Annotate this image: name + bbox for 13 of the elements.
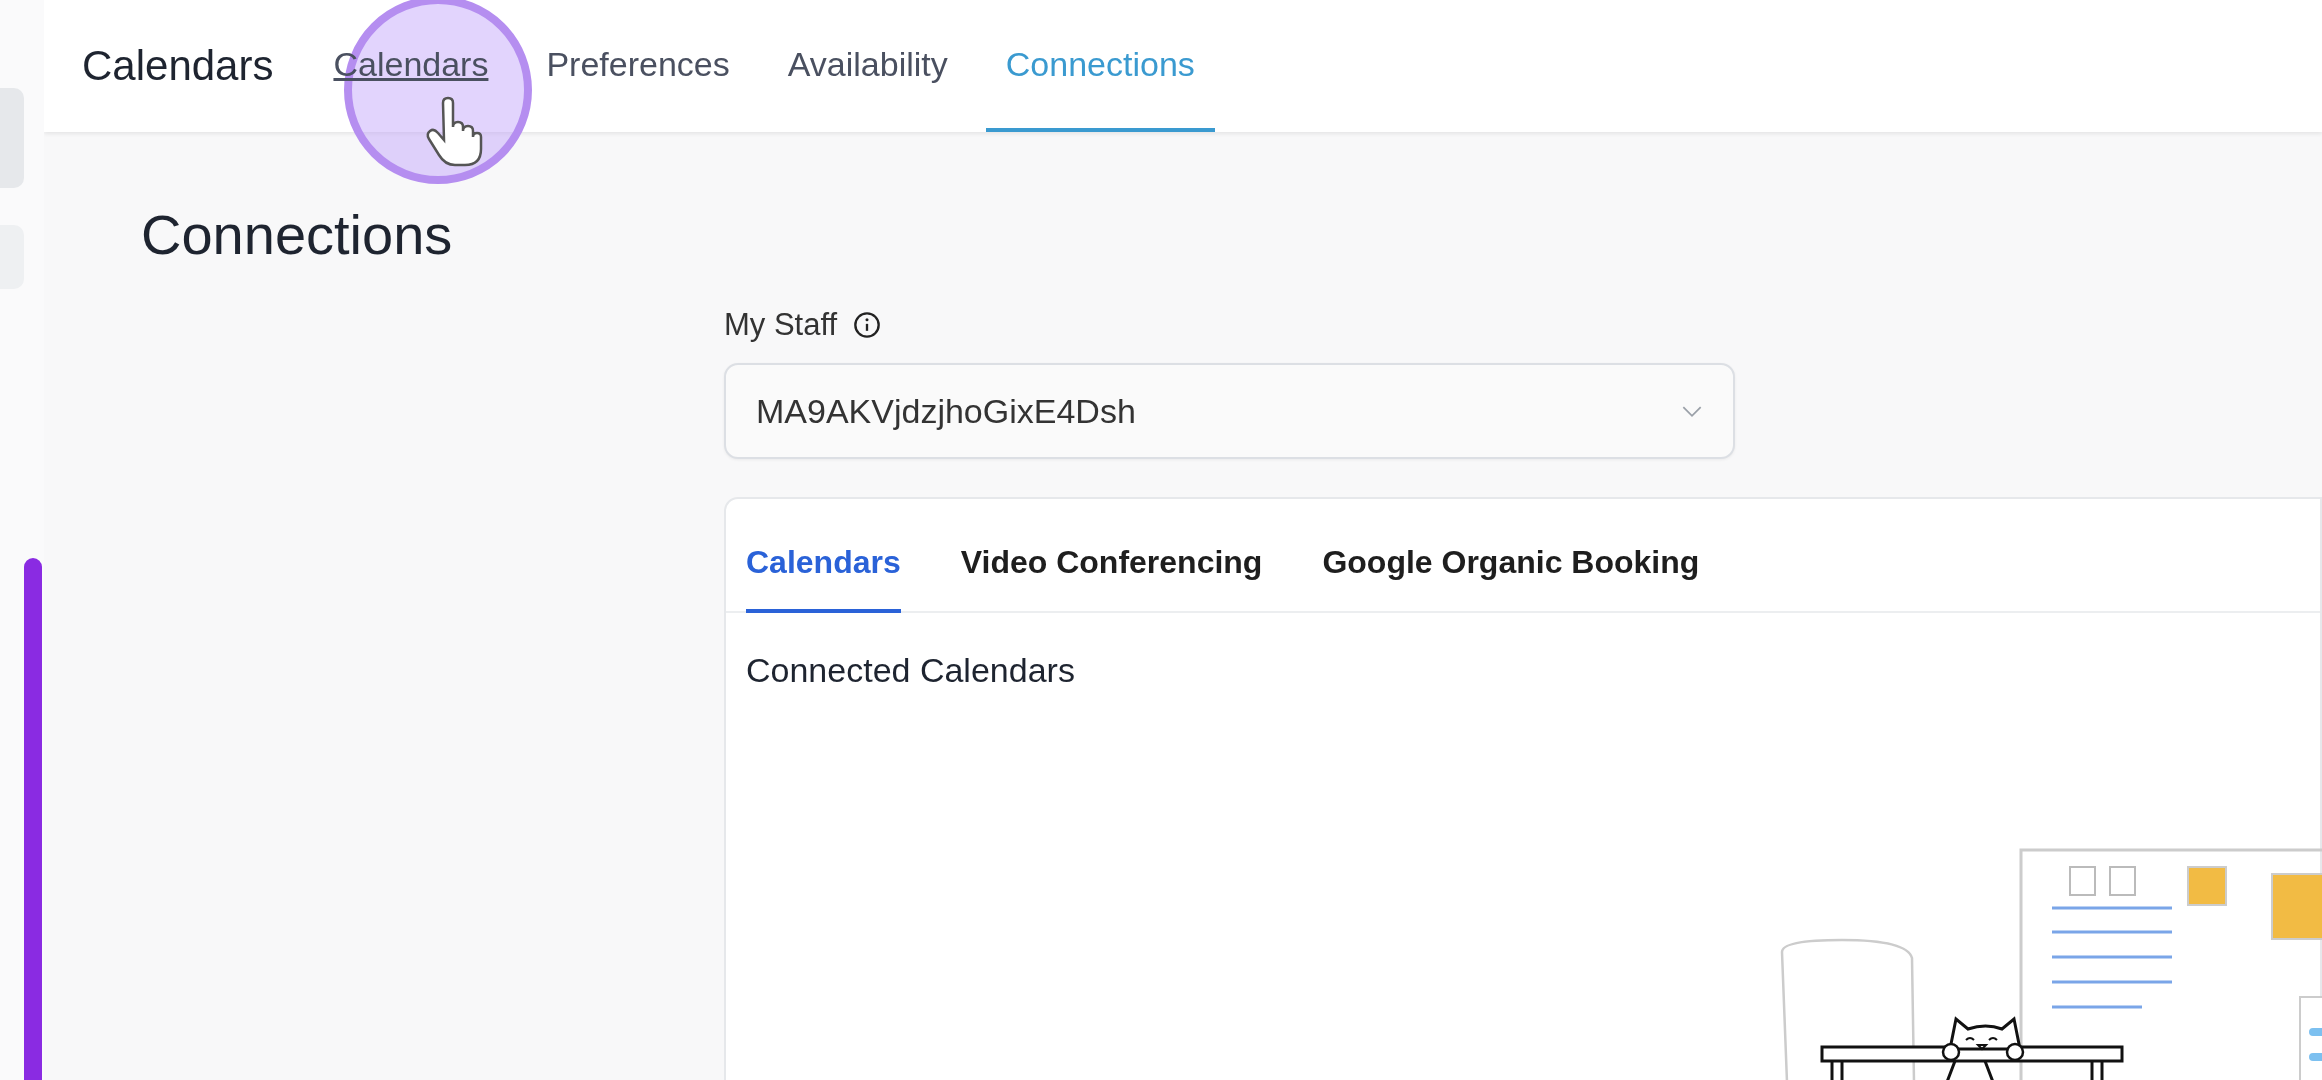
- tab[interactable]: Google Organic Booking: [1322, 544, 1700, 613]
- nav-tab[interactable]: Availability: [767, 0, 968, 132]
- nav-tab[interactable]: Calendars: [313, 0, 509, 132]
- chevron-down-icon: [1681, 404, 1703, 418]
- page-section-title: Calendars: [82, 42, 274, 90]
- field-label: My Staff: [724, 307, 838, 343]
- section-title: Connected Calendars: [746, 651, 1076, 690]
- tab[interactable]: Video Conferencing: [960, 544, 1263, 613]
- page-title: Connections: [141, 202, 454, 267]
- tab[interactable]: Calendars: [746, 544, 901, 613]
- staff-dropdown[interactable]: MA9AKVjdzjhoGixE4Dsh: [724, 363, 1735, 459]
- nav-tab[interactable]: Preferences: [526, 0, 750, 132]
- info-icon[interactable]: [853, 311, 882, 339]
